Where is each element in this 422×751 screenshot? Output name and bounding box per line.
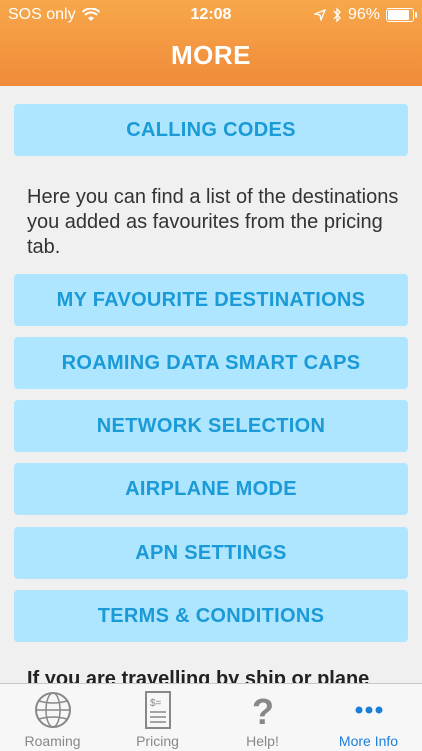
tab-roaming[interactable]: Roaming <box>0 684 105 751</box>
more-content[interactable]: CALLING CODES Here you can find a list o… <box>0 86 422 683</box>
tab-label: More Info <box>338 733 399 749</box>
tab-bar: Roaming $= Pricing ? Help! More Info <box>0 683 422 751</box>
tab-more-info[interactable]: More Info <box>315 684 422 751</box>
roaming-data-caps-button[interactable]: ROAMING DATA SMART CAPS <box>14 337 408 389</box>
apn-settings-button[interactable]: APN SETTINGS <box>14 527 408 579</box>
status-bar: SOS only 12:08 96% <box>0 0 422 30</box>
airplane-mode-button[interactable]: AIRPLANE MODE <box>14 463 408 515</box>
network-selection-button[interactable]: NETWORK SELECTION <box>14 400 408 452</box>
svg-text:?: ? <box>252 691 274 730</box>
battery-percent: 96% <box>347 6 380 23</box>
location-icon <box>313 9 326 21</box>
tab-label: Roaming <box>24 733 81 749</box>
calling-codes-button[interactable]: CALLING CODES <box>14 104 408 156</box>
favourites-description: Here you can find a list of the destinat… <box>27 186 399 258</box>
header-bar: SOS only 12:08 96% MORE <box>0 0 422 86</box>
tab-label: Pricing <box>136 733 179 749</box>
tab-pricing[interactable]: $= Pricing <box>105 684 210 751</box>
more-icon <box>355 706 382 714</box>
question-icon: ? <box>252 691 274 730</box>
svg-text:$=: $= <box>150 698 162 709</box>
terms-conditions-button[interactable]: TERMS & CONDITIONS <box>14 590 408 642</box>
tab-label: Help! <box>246 733 279 749</box>
page-title: MORE <box>171 40 251 70</box>
bluetooth-icon <box>333 7 341 23</box>
tab-help[interactable]: ? Help! <box>210 684 315 751</box>
battery-icon <box>386 8 417 22</box>
favourite-destinations-button[interactable]: MY FAVOURITE DESTINATIONS <box>14 274 408 326</box>
globe-icon <box>34 692 71 728</box>
price-list-icon: $= <box>144 691 171 729</box>
travel-info-text: If you are travelling by ship or plane <box>27 668 370 683</box>
